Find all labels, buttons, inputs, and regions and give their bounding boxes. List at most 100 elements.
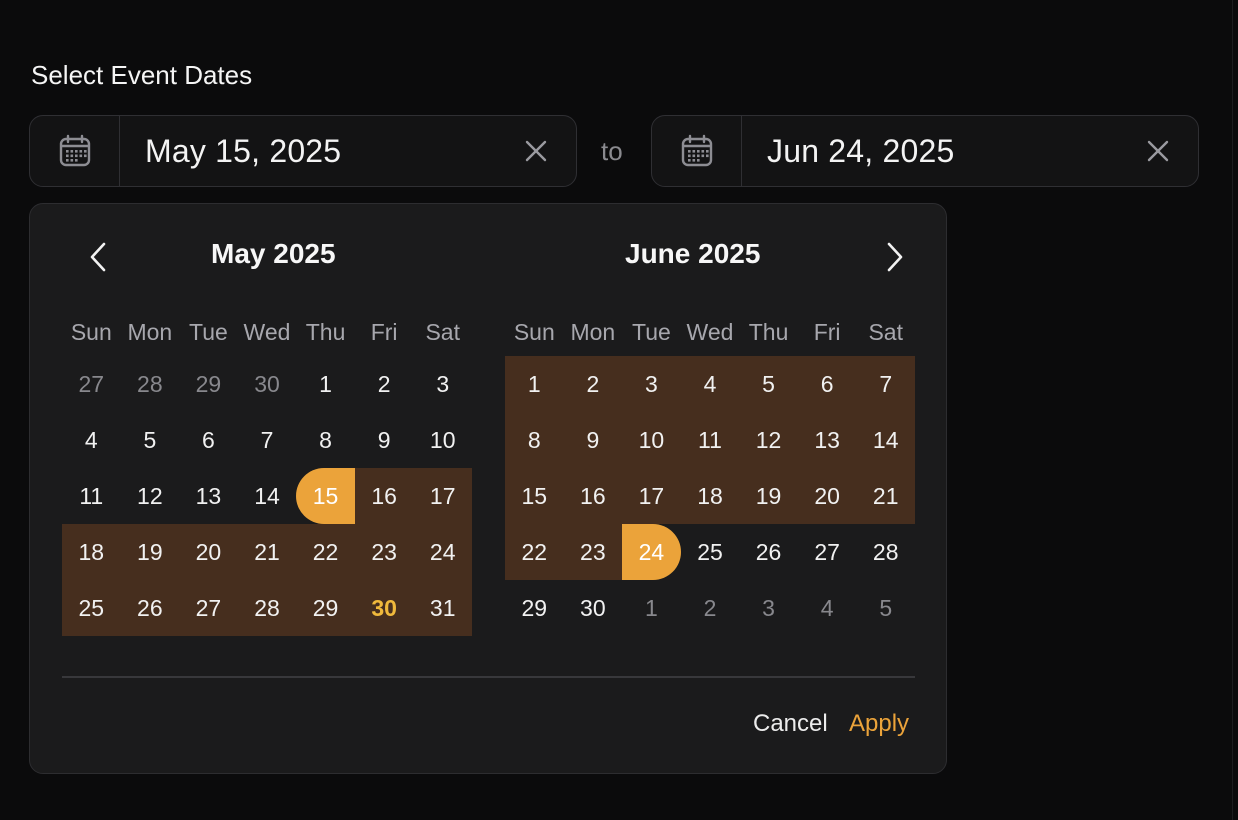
calendar-day[interactable]: 25: [681, 524, 740, 580]
calendar-day[interactable]: 6: [179, 412, 238, 468]
chevron-right-icon: [887, 242, 903, 272]
calendar-day[interactable]: 10: [622, 412, 681, 468]
calendar-day[interactable]: 16: [354, 468, 414, 524]
calendar-day[interactable]: 11: [680, 412, 740, 468]
weekday-label: Sun: [513, 318, 555, 345]
calendar-day[interactable]: 20: [797, 468, 857, 524]
end-date-value[interactable]: Jun 24, 2025: [742, 133, 1118, 170]
calendar-day[interactable]: 29: [179, 356, 238, 412]
start-date-value[interactable]: May 15, 2025: [120, 133, 496, 170]
calendar-day[interactable]: 12: [121, 468, 180, 524]
calendar-day[interactable]: 31: [413, 580, 472, 636]
calendar-day[interactable]: 22: [505, 524, 564, 580]
calendar-day[interactable]: 14: [238, 468, 297, 524]
calendar-day[interactable]: 26: [739, 524, 798, 580]
calendar-day[interactable]: 16: [563, 468, 623, 524]
calendar-day[interactable]: 15: [505, 468, 564, 524]
calendar-day[interactable]: 11: [62, 468, 121, 524]
clear-end-date-button[interactable]: [1118, 116, 1198, 186]
calendar-day[interactable]: 24: [622, 524, 681, 580]
weekday-label: Mon: [127, 318, 173, 345]
calendar-day[interactable]: 4: [798, 580, 857, 636]
calendar-day[interactable]: 1: [622, 580, 681, 636]
calendar-day[interactable]: 27: [179, 580, 238, 636]
calendar-day[interactable]: 3: [739, 580, 798, 636]
calendar-day[interactable]: 9: [355, 412, 414, 468]
calendar-day[interactable]: 2: [355, 356, 414, 412]
calendar-day[interactable]: 21: [237, 524, 297, 580]
calendar-week-row: 27 28 29 30 1 2 3: [62, 356, 472, 412]
calendar-day[interactable]: 17: [413, 468, 472, 524]
calendar-day[interactable]: 1: [296, 356, 355, 412]
calendar-day[interactable]: 29: [296, 580, 355, 636]
calendar-day[interactable]: 23: [354, 524, 414, 580]
calendar-day[interactable]: 1: [505, 356, 564, 412]
calendar-day[interactable]: 21: [856, 468, 915, 524]
calendar-day[interactable]: 30: [354, 580, 414, 636]
calendar-week-row: 25 26 27 28 29 30 31: [62, 580, 472, 636]
calendar-week-row: 4 5 6 7 8 9 10: [62, 412, 472, 468]
calendar-day[interactable]: 18: [680, 468, 740, 524]
calendar-day[interactable]: 3: [622, 356, 681, 412]
cancel-button[interactable]: Cancel: [753, 710, 828, 738]
calendar-day[interactable]: 30: [564, 580, 623, 636]
calendar-day[interactable]: 28: [121, 356, 180, 412]
calendar-day[interactable]: 14: [856, 412, 915, 468]
calendar-week-row: 29 30 1 2 3 4 5: [505, 580, 915, 636]
start-date-field[interactable]: May 15, 2025: [29, 115, 577, 187]
range-separator: to: [601, 136, 623, 166]
calendar-icon[interactable]: [652, 116, 742, 186]
calendar-day[interactable]: 4: [680, 356, 740, 412]
apply-button[interactable]: Apply: [849, 710, 909, 738]
calendar-day[interactable]: 5: [856, 580, 915, 636]
calendar-day[interactable]: 23: [563, 524, 623, 580]
weekday-label: Fri: [370, 318, 398, 345]
calendar-day[interactable]: 29: [505, 580, 564, 636]
calendar-day[interactable]: 19: [120, 524, 180, 580]
calendar-day[interactable]: 17: [622, 468, 681, 524]
calendar-day[interactable]: 27: [62, 356, 121, 412]
calendar-day[interactable]: 8: [505, 412, 564, 468]
calendar-day[interactable]: 18: [62, 524, 121, 580]
calendar-day[interactable]: 26: [120, 580, 180, 636]
calendar-day[interactable]: 20: [179, 524, 238, 580]
weekday-label: Mon: [570, 318, 616, 345]
calendar-day[interactable]: 10: [413, 412, 472, 468]
calendar-day[interactable]: 24: [413, 524, 472, 580]
calendar-week-row: 22 23 24 25 26 27 28: [505, 524, 915, 580]
calendar-day[interactable]: 28: [237, 580, 297, 636]
calendar-day[interactable]: 4: [62, 412, 121, 468]
calendar-day[interactable]: 27: [798, 524, 857, 580]
calendar-day[interactable]: 2: [681, 580, 740, 636]
calendar-day[interactable]: 30: [238, 356, 297, 412]
calendar-week-row: 11 12 13 14 15 16 17: [62, 468, 472, 524]
calendar-day[interactable]: 7: [238, 412, 297, 468]
calendar-day[interactable]: 9: [563, 412, 623, 468]
calendar-day[interactable]: 28: [856, 524, 915, 580]
footer-divider: [62, 676, 915, 678]
calendar-day[interactable]: 22: [296, 524, 355, 580]
calendar-week-row: 8 9 10 11 12 13 14: [505, 412, 915, 468]
window-edge-divider: [1232, 0, 1233, 820]
calendar-day[interactable]: 5: [121, 412, 180, 468]
calendar-day[interactable]: 13: [797, 412, 857, 468]
calendar-icon[interactable]: [30, 116, 120, 186]
next-month-button[interactable]: [881, 237, 909, 277]
calendar-day[interactable]: 13: [179, 468, 238, 524]
end-date-field[interactable]: Jun 24, 2025: [651, 115, 1199, 187]
calendar-day[interactable]: 5: [739, 356, 798, 412]
weekday-label: Fri: [813, 318, 841, 345]
calendar-day[interactable]: 12: [739, 412, 798, 468]
chevron-left-icon: [90, 242, 106, 272]
clear-start-date-button[interactable]: [496, 116, 576, 186]
calendar-day[interactable]: 19: [739, 468, 798, 524]
calendar-day[interactable]: 25: [62, 580, 121, 636]
calendar-day[interactable]: 15: [296, 468, 355, 524]
calendar-day[interactable]: 6: [797, 356, 857, 412]
previous-month-button[interactable]: [84, 237, 112, 277]
calendar-day[interactable]: 7: [856, 356, 915, 412]
calendar-day[interactable]: 8: [296, 412, 355, 468]
calendar-day[interactable]: 3: [413, 356, 472, 412]
weekday-label: Sat: [868, 318, 903, 345]
calendar-day[interactable]: 2: [563, 356, 623, 412]
